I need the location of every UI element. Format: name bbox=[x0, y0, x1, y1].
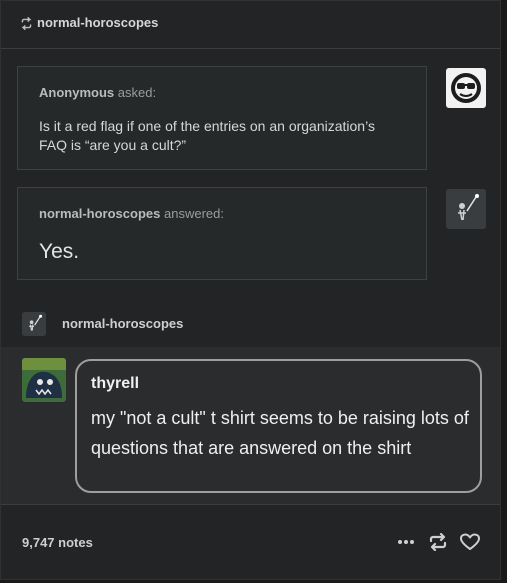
more-icon[interactable] bbox=[397, 533, 415, 551]
post-header: normal-horoscopes bbox=[1, 1, 500, 49]
reblogger-avatar[interactable] bbox=[22, 312, 46, 336]
ask-attribution: Anonymous asked: bbox=[39, 85, 156, 100]
wizard-figure-icon bbox=[446, 189, 486, 229]
answer-text: Yes. bbox=[39, 240, 80, 263]
like-icon[interactable] bbox=[460, 533, 480, 551]
post-card: normal-horoscopes Anonymous asked: Is it… bbox=[0, 0, 501, 580]
reblog-bubble: thyrell my "not a cult" t shirt seems to… bbox=[75, 359, 482, 493]
answer-verb: answered: bbox=[163, 206, 224, 221]
reblog-icon[interactable] bbox=[428, 533, 448, 551]
reblog-author-name[interactable]: thyrell bbox=[91, 375, 139, 393]
header-blog-name[interactable]: normal-horoscopes bbox=[37, 15, 158, 30]
ask-verb: asked: bbox=[117, 85, 157, 100]
answer-attribution: normal-horoscopes answered: bbox=[39, 206, 224, 221]
post-footer: 9,747 notes bbox=[1, 506, 500, 580]
anonymous-avatar bbox=[446, 68, 486, 108]
answerer-name[interactable]: normal-horoscopes bbox=[39, 206, 160, 221]
creature-icon bbox=[22, 358, 66, 402]
answer-box: normal-horoscopes answered: Yes. bbox=[17, 187, 427, 280]
sunglasses-face-icon bbox=[451, 73, 481, 103]
reblog-text: my "not a cult" t shirt seems to be rais… bbox=[91, 408, 469, 458]
reblog-section: thyrell my "not a cult" t shirt seems to… bbox=[1, 347, 500, 505]
notes-count[interactable]: 9,747 notes bbox=[22, 535, 93, 550]
wizard-figure-icon bbox=[22, 312, 46, 336]
answerer-avatar[interactable] bbox=[446, 189, 486, 229]
ask-box: Anonymous asked: Is it a red flag if one… bbox=[17, 66, 427, 170]
thyrell-avatar[interactable] bbox=[22, 358, 66, 402]
reblogger-name[interactable]: normal-horoscopes bbox=[62, 316, 183, 331]
ask-question: Is it a red flag if one of the entries o… bbox=[39, 118, 375, 153]
asker-name: Anonymous bbox=[39, 85, 115, 100]
reblog-icon bbox=[21, 17, 32, 30]
